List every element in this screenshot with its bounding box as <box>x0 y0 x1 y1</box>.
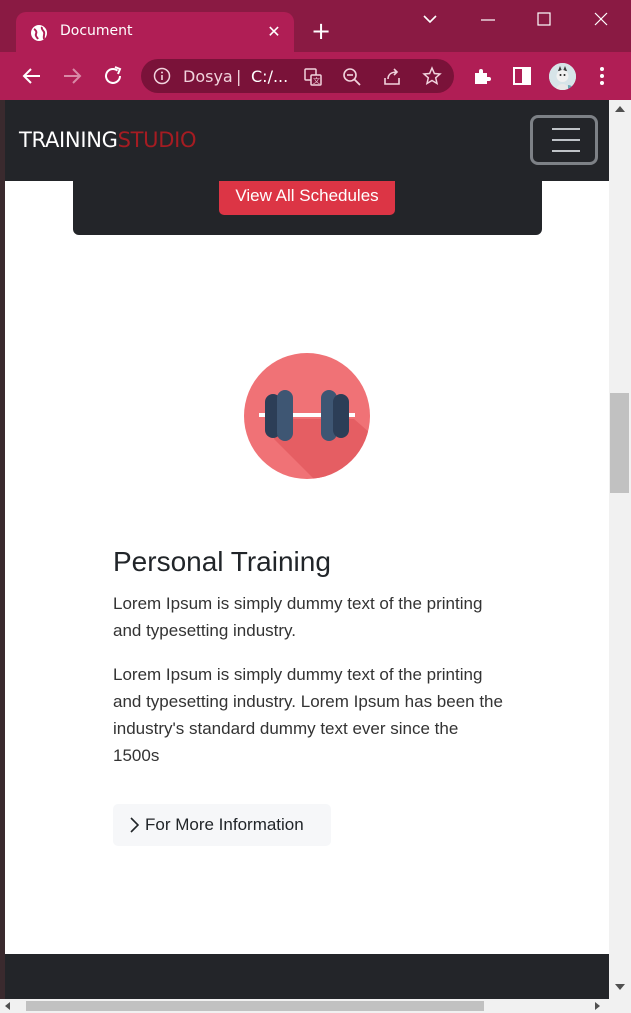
browser-tab[interactable]: Document ✕ <box>16 12 294 52</box>
hamburger-menu-button[interactable] <box>530 115 598 165</box>
scroll-up-arrow-icon[interactable] <box>615 106 625 112</box>
maximize-icon[interactable] <box>524 8 564 32</box>
horizontal-scroll-thumb[interactable] <box>26 1001 484 1011</box>
url-text: C:/... <box>251 67 289 86</box>
side-panel-icon[interactable] <box>510 64 534 88</box>
hamburger-line <box>552 128 580 130</box>
window-close-icon[interactable] <box>581 8 621 32</box>
profile-avatar[interactable] <box>549 63 576 90</box>
address-bar[interactable]: Dosya | C:/... 文 <box>141 59 454 93</box>
info-icon[interactable] <box>153 67 171 85</box>
dumbbell-icon <box>244 353 370 479</box>
logo-part-training: TRAINING <box>19 128 118 152</box>
browser-tab-strip: Document ✕ + <box>0 0 631 52</box>
personal-training-intro: Lorem Ipsum is simply dummy text of the … <box>113 594 483 640</box>
view-all-schedules-button[interactable]: View All Schedules <box>219 181 395 215</box>
kebab-menu-icon[interactable] <box>590 64 614 88</box>
personal-training-description: Lorem Ipsum is simply dummy text of the … <box>113 665 503 765</box>
vertical-scroll-thumb[interactable] <box>610 393 629 493</box>
chevron-right-icon <box>130 817 139 833</box>
scroll-down-arrow-icon[interactable] <box>615 984 625 990</box>
browser-toolbar: Dosya | C:/... 文 <box>0 52 631 100</box>
dark-section <box>5 954 609 999</box>
tab-title: Document <box>60 23 133 39</box>
share-icon[interactable] <box>382 67 402 87</box>
hamburger-line <box>552 150 580 152</box>
vertical-scrollbar[interactable] <box>609 100 631 999</box>
close-tab-icon[interactable]: ✕ <box>264 22 284 42</box>
tab-search-icon[interactable] <box>411 8 451 32</box>
forward-arrow-icon[interactable] <box>60 64 84 88</box>
site-logo[interactable]: TRAININGSTUDIO <box>19 128 197 152</box>
svg-text:文: 文 <box>313 76 320 85</box>
site-label: Dosya <box>183 67 233 86</box>
more-information-button[interactable]: For More Information <box>113 804 331 846</box>
more-information-label: For More Information <box>145 815 304 834</box>
bookmark-star-icon[interactable] <box>422 66 442 86</box>
scroll-left-arrow-icon[interactable] <box>5 1002 10 1010</box>
profile-avatar-image <box>549 63 576 90</box>
schedule-card: View All Schedules <box>73 181 542 235</box>
personal-training-title: Personal Training <box>113 546 331 577</box>
site-navbar: TRAININGSTUDIO <box>5 100 609 181</box>
new-tab-button[interactable]: + <box>308 18 334 44</box>
address-separator: | <box>236 67 242 86</box>
scroll-right-arrow-icon[interactable] <box>595 1002 600 1010</box>
logo-part-studio: STUDIO <box>117 128 197 152</box>
translate-icon[interactable]: 文 <box>303 67 323 87</box>
hamburger-line <box>552 139 580 141</box>
reload-icon[interactable] <box>101 64 125 88</box>
minimize-icon[interactable] <box>468 8 508 32</box>
page-viewport: TRAININGSTUDIO View All Schedules Person… <box>5 100 609 999</box>
globe-icon <box>31 25 47 41</box>
zoom-out-icon[interactable] <box>342 67 362 87</box>
extensions-puzzle-icon[interactable] <box>471 64 495 88</box>
back-arrow-icon[interactable] <box>20 64 44 88</box>
